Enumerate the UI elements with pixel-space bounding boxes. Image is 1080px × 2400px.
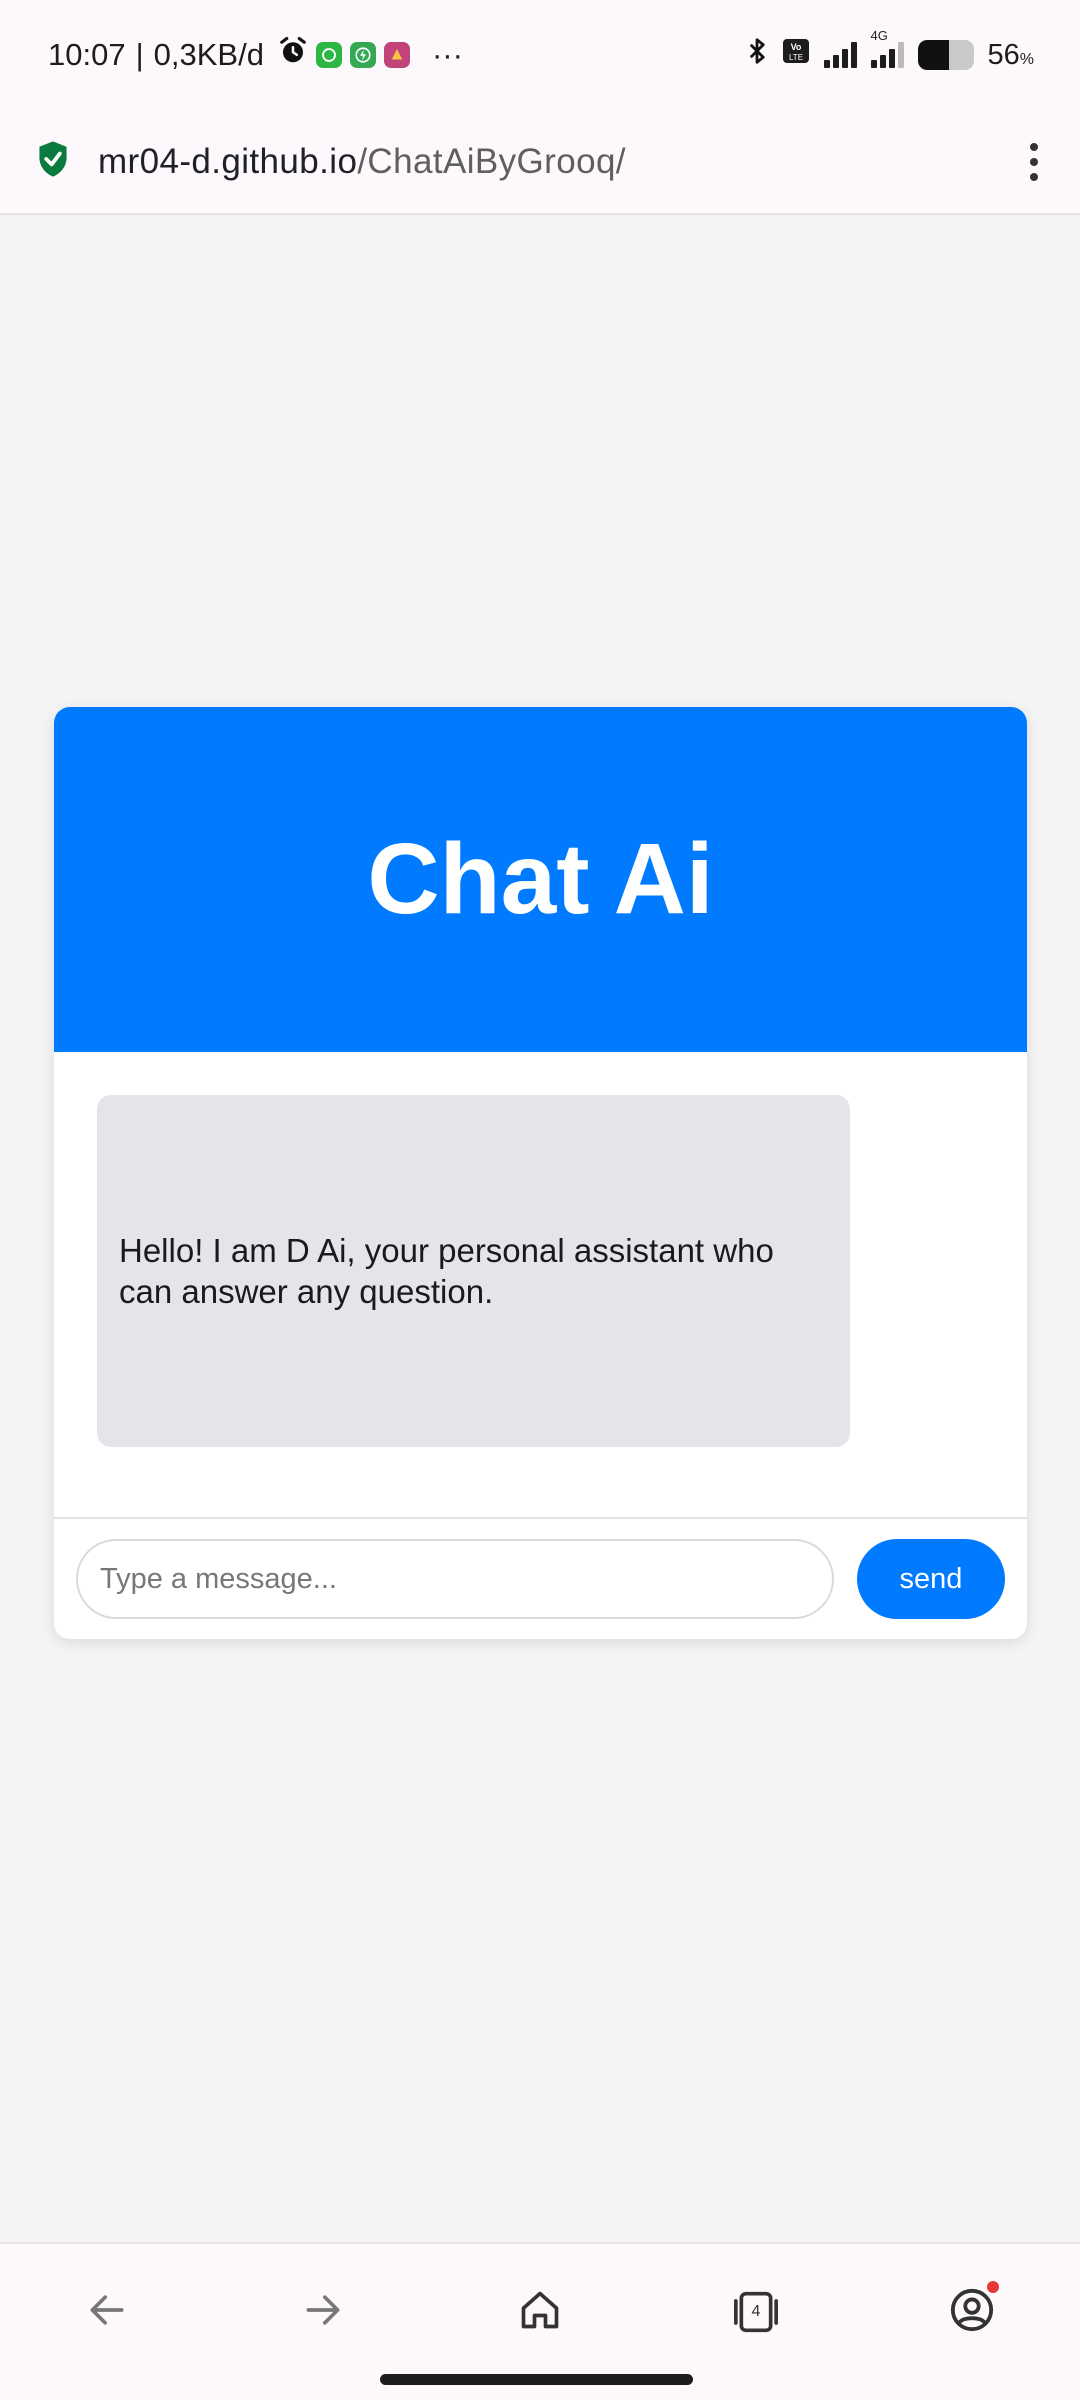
tab-count: 4 (751, 2303, 761, 2320)
bluetooth-icon (746, 36, 768, 74)
volte-icon: Vo LTE (782, 38, 810, 72)
forward-button[interactable] (291, 2280, 355, 2344)
browser-url-bar: mr04-d.github.io/ChatAiByGrooq/ (0, 110, 1080, 215)
signal-4g-icon: 4G (870, 28, 904, 68)
status-bar: 10:07 | 0,3KB/d ··· Vo LTE 4G 56% (0, 0, 1080, 110)
battery-fill (917, 40, 949, 70)
svg-text:LTE: LTE (788, 53, 802, 62)
chat-input-row: send (54, 1519, 1027, 1639)
notification-icons: ··· (278, 36, 463, 74)
tabs-button[interactable]: 4 (724, 2280, 788, 2344)
charging-app-icon (349, 42, 376, 68)
alarm-icon (278, 36, 308, 74)
notification-dot (987, 2280, 999, 2293)
status-left: 10:07 | 0,3KB/d ··· (48, 36, 463, 74)
back-button[interactable] (75, 2280, 139, 2344)
bot-message: Hello! I am D Ai, your personal assistan… (97, 1095, 850, 1447)
message-input[interactable] (76, 1539, 834, 1619)
network-type: 4G (870, 28, 888, 43)
send-button[interactable]: send (857, 1539, 1005, 1619)
chat-title: Chat Ai (367, 823, 714, 935)
network-speed: 0,3KB/d (153, 37, 264, 72)
account-icon (949, 2280, 999, 2338)
secure-shield-icon[interactable] (36, 140, 70, 183)
status-separator: | (135, 37, 144, 72)
home-icon (518, 2288, 562, 2337)
forward-arrow-icon (301, 2288, 345, 2337)
url-address[interactable]: mr04-d.github.io/ChatAiByGrooq/ (98, 142, 1024, 182)
tabs-icon: 4 (730, 2290, 782, 2334)
account-button[interactable] (940, 2280, 1004, 2344)
whatsapp-icon (315, 42, 342, 68)
more-notifications: ··· (431, 37, 463, 72)
chat-header: Chat Ai (54, 707, 1027, 1052)
status-right: Vo LTE 4G 56% (746, 28, 1035, 74)
more-vert-icon[interactable] (1024, 142, 1044, 181)
chat-container: Chat Ai Hello! I am D Ai, your personal … (54, 707, 1027, 1639)
url-domain: mr04-d.github.io (98, 141, 358, 181)
signal-icon (823, 42, 857, 68)
battery-percent: 56% (987, 38, 1035, 71)
battery-icon (917, 40, 974, 70)
chat-messages[interactable]: Hello! I am D Ai, your personal assistan… (54, 1052, 1027, 1519)
bot-message-text: Hello! I am D Ai, your personal assistan… (119, 1232, 774, 1310)
home-button[interactable] (508, 2280, 572, 2344)
svg-text:Vo: Vo (790, 42, 801, 52)
gesture-home-indicator[interactable] (380, 2374, 693, 2385)
status-time: 10:07 (48, 37, 126, 72)
app-icon (383, 42, 410, 68)
url-path: /ChatAiByGrooq/ (357, 141, 626, 181)
back-arrow-icon (85, 2288, 129, 2337)
